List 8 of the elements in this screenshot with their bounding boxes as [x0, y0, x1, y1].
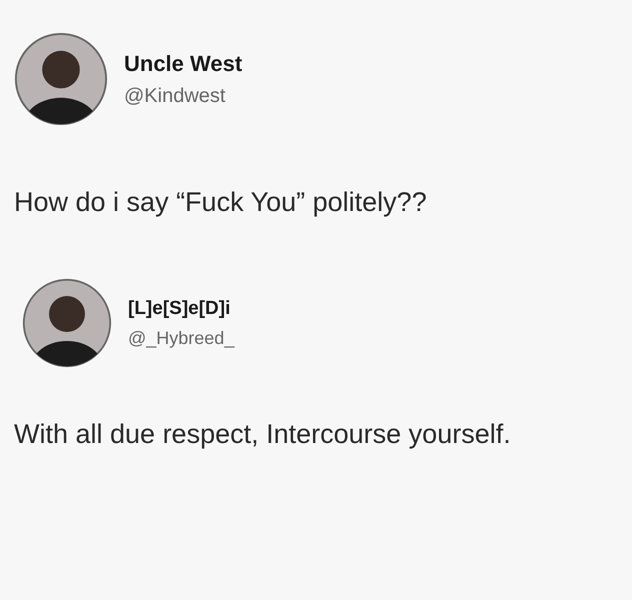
author-handle[interactable]: @_Hybreed_ — [128, 328, 234, 348]
author-name[interactable]: [L]e[S]e[D]i — [128, 298, 234, 320]
post-text: With all due respect, Intercourse yourself. — [14, 418, 512, 451]
author-name[interactable]: Uncle West — [124, 50, 242, 76]
avatar-icon[interactable] — [14, 32, 108, 126]
author-handle[interactable]: @Kindwest — [124, 84, 242, 108]
avatar-icon[interactable] — [22, 278, 112, 368]
post-text: How do i say “Fuck You” politely?? — [14, 186, 428, 219]
